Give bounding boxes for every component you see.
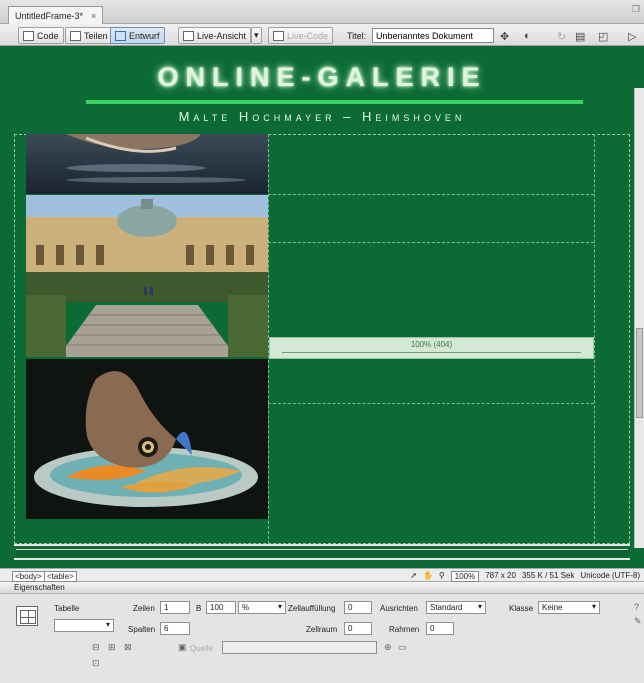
table-id-select[interactable] — [54, 619, 114, 632]
design-view-button[interactable]: Entwurf — [110, 27, 165, 44]
gallery-photo-palace[interactable] — [26, 195, 268, 357]
site-subtitle: Malte Hochmayer – Heimshoven — [178, 109, 466, 124]
design-canvas[interactable]: ONLINE-GALERIE Malte Hochmayer – Heimsho… — [0, 46, 644, 568]
properties-panel: Eigenschaften Tabelle Zeilen 1 Spalten 6… — [0, 582, 644, 683]
border-input[interactable]: 0 — [426, 622, 454, 635]
design-view-label: Entwurf — [129, 30, 160, 41]
column-width-indicator: 100% (404) — [269, 337, 594, 359]
width-unit-select[interactable]: % — [238, 601, 286, 614]
tag-selector-body[interactable]: <body> — [12, 571, 45, 582]
cols-label: Spalten — [128, 625, 156, 634]
help-icon[interactable]: ? — [634, 602, 639, 612]
width-input[interactable]: 100 — [206, 601, 236, 614]
table-type-label: Tabelle — [54, 604, 80, 613]
clear-heights-icon[interactable]: ⊞ — [108, 642, 116, 653]
code-view-button[interactable]: Code — [18, 27, 64, 44]
preview-browser-icon[interactable]: ◐ — [524, 30, 531, 42]
ruler-track — [16, 549, 628, 555]
document-toolbar: Code Teilen Entwurf Live-Ansicht ▾ Live-… — [0, 24, 644, 46]
document-tab-title: UntitledFrame-3* — [15, 10, 84, 21]
live-view-label: Live-Ansicht — [197, 30, 247, 41]
more-icon[interactable]: ▷ — [628, 30, 636, 43]
vertical-scrollbar[interactable] — [634, 88, 644, 548]
encoding: Unicode (UTF-8) — [580, 571, 640, 580]
source-label: Quelle — [190, 644, 214, 653]
table-icon — [16, 606, 38, 626]
live-code-button[interactable]: Live-Code — [268, 27, 334, 44]
zoom-select[interactable]: 100% — [450, 571, 480, 582]
header-divider — [86, 100, 583, 104]
document-tab-bar: UntitledFrame-3* × ❐ — [0, 0, 644, 24]
split-view-icon — [70, 30, 81, 41]
document-tab[interactable]: UntitledFrame-3* × — [8, 6, 104, 24]
title-label: Titel: — [347, 31, 367, 41]
rows-label: Zeilen — [133, 604, 155, 613]
table-grid-line — [268, 194, 594, 195]
point-to-file-icon[interactable]: ⊕ — [384, 642, 392, 653]
cols-input[interactable]: 6 — [160, 622, 190, 635]
live-view-button[interactable]: Live-Ansicht — [178, 27, 252, 44]
class-label: Klasse — [509, 604, 534, 613]
table-width-ruler — [14, 544, 630, 560]
class-select[interactable]: Keine — [538, 601, 600, 614]
align-select[interactable]: Standard — [426, 601, 486, 614]
rows-input[interactable]: 1 — [160, 601, 190, 614]
code-view-icon — [23, 30, 34, 41]
design-view-icon — [115, 30, 126, 41]
convert-widths-icon[interactable]: ⊠ — [124, 642, 132, 653]
cellspacing-input[interactable]: 0 — [344, 622, 372, 635]
cellspacing-label: Zellraum — [306, 625, 338, 634]
site-title: ONLINE-GALERIE — [157, 62, 487, 92]
split-view-label: Teilen — [84, 30, 108, 41]
hand-tool-icon[interactable]: ✋ — [423, 571, 433, 582]
live-view-dropdown[interactable]: ▾ — [251, 27, 262, 44]
gallery-photo-butterfly[interactable] — [26, 359, 268, 519]
live-code-label: Live-Code — [287, 30, 329, 41]
file-size: 355 K / 51 Sek — [521, 571, 575, 580]
table-grid-line — [594, 134, 595, 544]
view-options-icon[interactable]: ▤ — [575, 30, 585, 43]
live-code-icon — [273, 30, 284, 41]
browse-folder-icon[interactable]: ▭ — [398, 642, 407, 653]
convert-pixels-icon[interactable]: ⊡ — [92, 658, 100, 669]
tag-selector-table[interactable]: <table> — [44, 571, 77, 582]
window-size[interactable]: 787 x 20 — [485, 571, 516, 582]
cellpadding-input[interactable]: 0 — [344, 601, 372, 614]
gallery-photo-swan[interactable] — [26, 134, 268, 194]
split-view-button[interactable]: Teilen — [65, 27, 113, 44]
scrollbar-thumb[interactable] — [636, 328, 643, 418]
edit-icon[interactable]: ✎ — [634, 616, 642, 627]
align-label: Ausrichten — [380, 604, 418, 613]
document-title-input[interactable] — [372, 28, 494, 43]
clear-widths-icon[interactable]: ⊟ — [92, 642, 100, 653]
file-management-icon[interactable]: ✥ — [500, 30, 509, 43]
table-grid-line — [268, 403, 594, 404]
visual-aids-icon[interactable]: ◰ — [598, 30, 608, 43]
refresh-icon[interactable]: ↻ — [557, 30, 566, 43]
source-input[interactable] — [222, 641, 377, 654]
width-label: B — [196, 604, 202, 613]
close-icon[interactable]: × — [91, 11, 96, 21]
column-width-rule — [282, 352, 581, 353]
image-source-icon: ▣ — [178, 642, 187, 652]
zoom-tool-icon[interactable]: ⚲ — [439, 571, 445, 582]
code-view-label: Code — [37, 30, 59, 41]
select-tool-icon[interactable]: ➚ — [410, 571, 417, 582]
site-header: ONLINE-GALERIE Malte Hochmayer – Heimsho… — [14, 46, 630, 132]
live-view-icon — [183, 30, 194, 41]
column-width-label: 100% (404) — [410, 340, 453, 349]
table-grid-line — [268, 242, 594, 243]
status-bar: <body> <table> ➚ ✋ ⚲ 100% 787 x 20 355 K… — [0, 568, 644, 582]
restore-icon[interactable]: ❐ — [632, 4, 640, 15]
border-label: Rahmen — [389, 625, 420, 634]
cellpadding-label: Zellauffüllung — [288, 604, 336, 613]
status-info: ➚ ✋ ⚲ 100% 787 x 20 355 K / 51 Sek Unico… — [410, 571, 640, 582]
properties-header: Eigenschaften — [0, 582, 644, 594]
